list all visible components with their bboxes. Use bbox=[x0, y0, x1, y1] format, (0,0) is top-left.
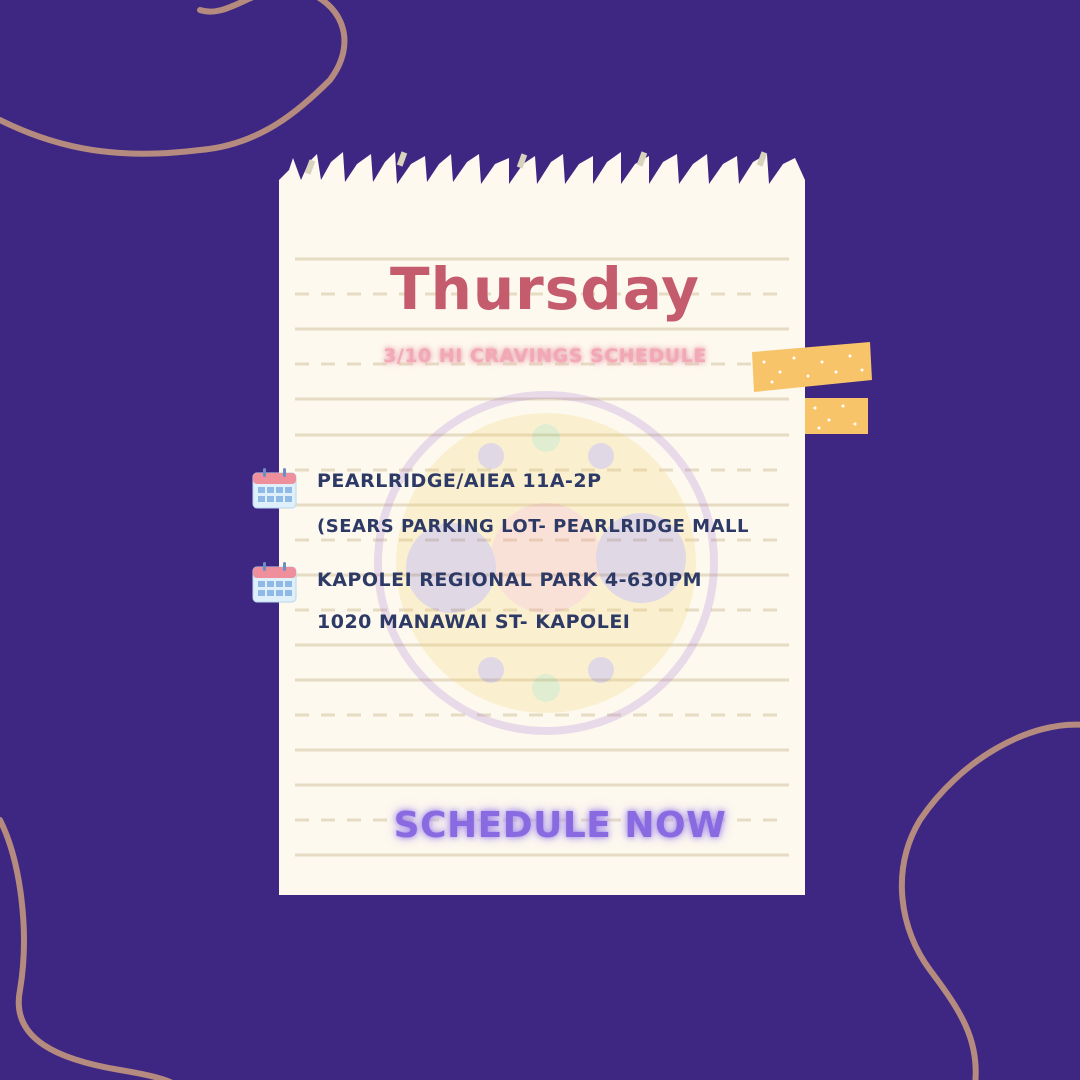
squiggle-bottom-left bbox=[0, 817, 173, 1080]
entry-1-detail: (SEARS PARKING LOT- PEARLRIDGE MALL bbox=[317, 516, 749, 537]
day-title: Thursday bbox=[390, 255, 700, 323]
entry-2-detail: 1020 MANAWAI ST- KAPOLEI bbox=[317, 611, 631, 633]
squiggle-top-left bbox=[0, 0, 348, 157]
schedule-now-button[interactable]: SCHEDULE NOW bbox=[350, 805, 770, 846]
entry-1-location: PEARLRIDGE/AIEA 11A-2P bbox=[317, 470, 602, 492]
watermark-logo bbox=[374, 391, 718, 735]
squiggle-bottom-right bbox=[898, 721, 1080, 1080]
schedule-subtitle: 3/10 HI CRAVINGS SCHEDULE bbox=[383, 345, 707, 367]
calendar-icon bbox=[252, 562, 297, 603]
tape-strip-bottom bbox=[805, 398, 868, 434]
entry-2-location: KAPOLEI REGIONAL PARK 4-630PM bbox=[317, 569, 702, 591]
calendar-icon bbox=[252, 468, 297, 509]
